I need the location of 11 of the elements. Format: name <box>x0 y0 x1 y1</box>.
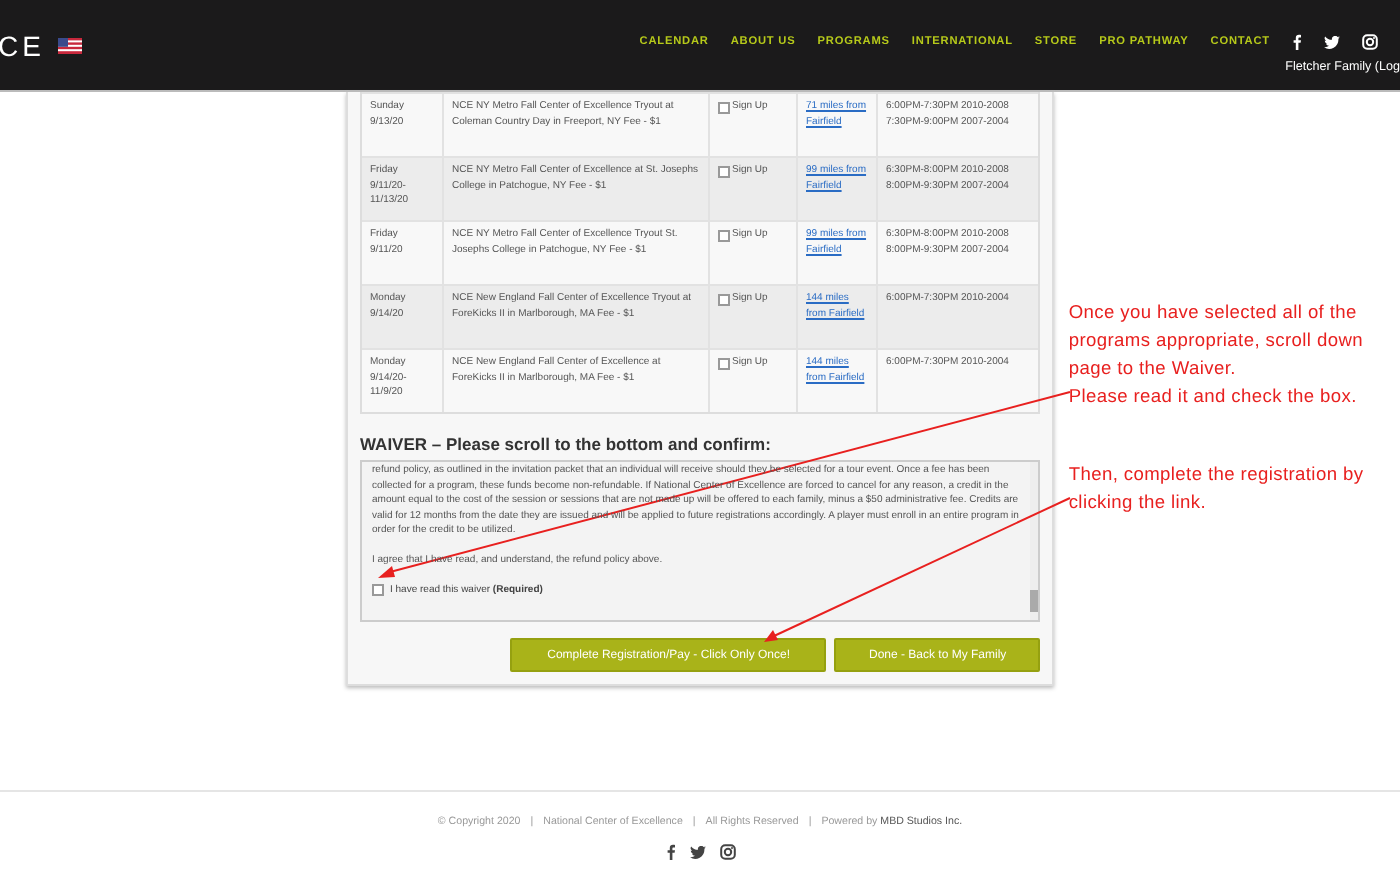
instagram-icon[interactable] <box>719 844 735 860</box>
facebook-icon[interactable] <box>1292 34 1302 50</box>
logo-text[interactable]: CE <box>0 29 45 61</box>
instruction-note: Once you have selected all of the programs appropriate, scroll down page to the Waiver. Please read it and check the box. <box>1068 300 1365 410</box>
twitter-icon[interactable] <box>1324 35 1340 49</box>
instruction-note: Then, complete the registration by clicking the link. <box>1068 462 1366 516</box>
waiver-heading: WAIVER – Please scroll to the bottom and confirm: <box>360 434 773 454</box>
twitter-icon[interactable] <box>689 845 705 859</box>
facebook-icon[interactable] <box>665 844 675 860</box>
flag-icon[interactable] <box>58 37 83 53</box>
scrollbar[interactable] <box>1030 462 1039 620</box>
